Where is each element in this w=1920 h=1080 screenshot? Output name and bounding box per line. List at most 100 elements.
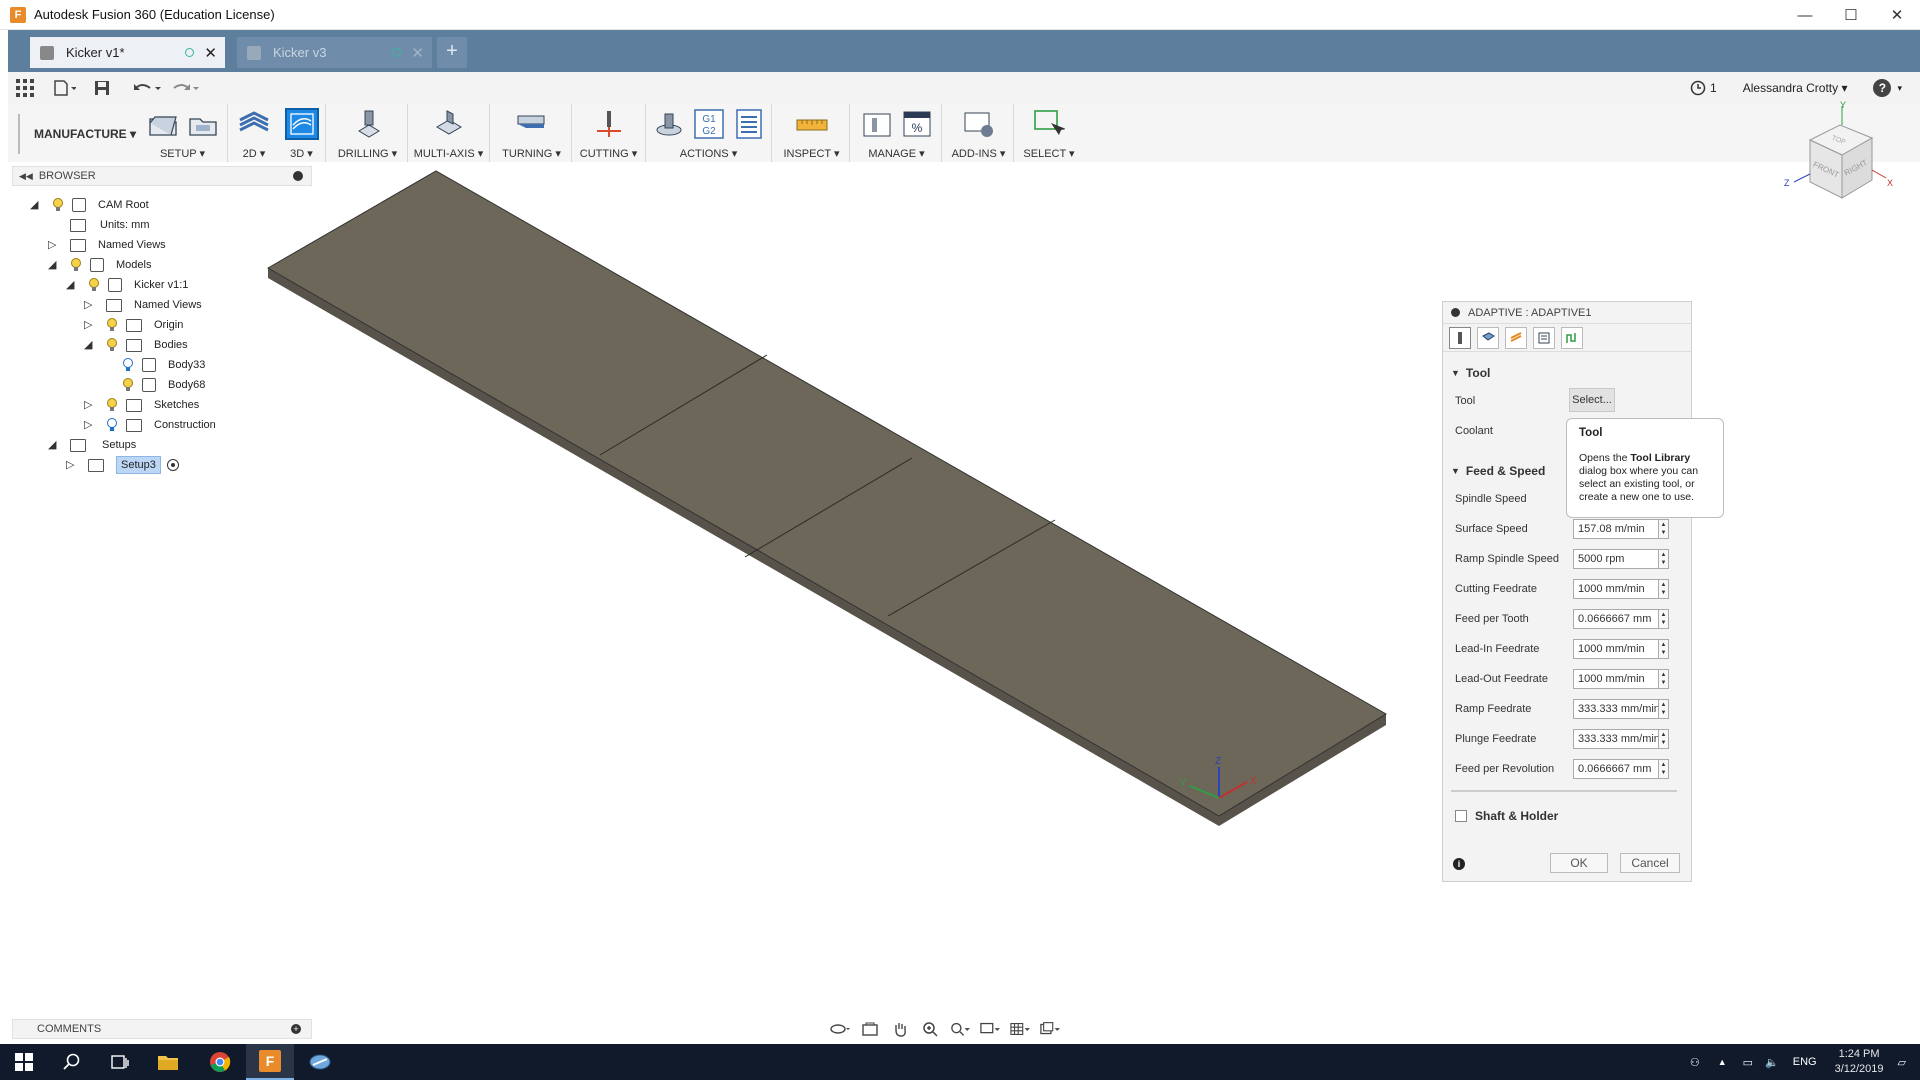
collapse-browser-icon[interactable]: ◀◀	[19, 171, 33, 182]
cutting-feedrate-input[interactable]: 1000 mm/min	[1573, 579, 1659, 599]
new-setup-icon[interactable]	[146, 108, 180, 140]
2d-group[interactable]: 2D ▾	[230, 104, 278, 162]
feed-per-tooth-spinner[interactable]: ▲ ▼	[1659, 609, 1669, 629]
tree-node-units[interactable]: Units: mm	[70, 214, 150, 236]
tree-node-body33[interactable]: Body33	[122, 354, 205, 376]
tree-node-body68[interactable]: Body68	[122, 374, 205, 396]
3d-adaptive-icon[interactable]	[284, 108, 319, 140]
network-icon[interactable]: ▭	[1743, 1056, 1753, 1069]
close-tab-icon[interactable]: ✕	[411, 44, 424, 62]
inspect-group[interactable]: INSPECT ▾	[774, 104, 850, 162]
close-window-button[interactable]: ✕	[1874, 0, 1920, 30]
ramp-spindle-speed-input[interactable]: 5000 rpm	[1573, 549, 1659, 569]
collapse-icon[interactable]: ◢	[84, 339, 96, 351]
setup-group[interactable]: SETUP ▾	[138, 104, 228, 162]
help-icon[interactable]: ?	[1873, 79, 1892, 97]
tab-kicker-v1[interactable]: Kicker v1* ✕	[30, 37, 225, 68]
collapse-icon[interactable]: ◢	[30, 199, 42, 211]
minimize-button[interactable]: —	[1782, 0, 1828, 30]
manage-group[interactable]: % MANAGE ▾	[852, 104, 942, 162]
expand-icon[interactable]: ▷	[66, 459, 78, 471]
tree-node-kicker-v1[interactable]: ◢ Kicker v1:1	[66, 274, 188, 296]
data-panel-grid-icon[interactable]	[16, 77, 34, 99]
user-account-menu[interactable]: Alessandra Crotty ▾	[1743, 81, 1848, 95]
add-comment-icon[interactable]: +	[291, 1024, 301, 1034]
plunge-feedrate-spinner[interactable]: ▲ ▼	[1659, 729, 1669, 749]
multi-axis-icon[interactable]	[432, 108, 466, 140]
fusion360-taskbar-icon[interactable]: F	[246, 1044, 294, 1080]
setup-sheet-icon[interactable]	[732, 108, 766, 140]
cancel-button[interactable]: Cancel	[1620, 853, 1680, 873]
tree-node-named-views-sub[interactable]: ▷ Named Views	[84, 294, 202, 316]
post-process-g1g2-icon[interactable]: G1 G2	[692, 108, 726, 140]
cutting-icon[interactable]	[592, 108, 626, 140]
select-tool-button[interactable]: Select...	[1569, 388, 1615, 412]
expand-icon[interactable]: ▷	[48, 239, 60, 251]
3d-group[interactable]: 3D ▾	[278, 104, 326, 162]
feed-per-revolution-input[interactable]: 0.0666667 mm	[1573, 759, 1659, 779]
info-icon[interactable]: i	[1453, 858, 1465, 870]
turning-group[interactable]: TURNING ▾	[492, 104, 572, 162]
tool-library-icon[interactable]	[860, 108, 894, 140]
ok-button[interactable]: OK	[1550, 853, 1608, 873]
viewports-icon[interactable]	[1040, 1020, 1060, 1038]
template-library-icon[interactable]: %	[900, 108, 934, 140]
job-status[interactable]: 1	[1690, 80, 1717, 96]
undo-icon[interactable]	[132, 77, 162, 99]
tree-node-bodies[interactable]: ◢ Bodies	[84, 334, 188, 356]
collapse-icon[interactable]: ◢	[48, 259, 60, 271]
lead-out-feedrate-input[interactable]: 1000 mm/min	[1573, 669, 1659, 689]
pan-hand-icon[interactable]	[890, 1020, 910, 1038]
comments-bar[interactable]: COMMENTS +	[12, 1019, 312, 1039]
tree-node-origin[interactable]: ▷ Origin	[84, 314, 183, 336]
file-explorer-icon[interactable]	[144, 1044, 192, 1080]
tab-linking[interactable]	[1561, 326, 1583, 349]
display-settings-icon[interactable]	[980, 1020, 1000, 1038]
browser-options-icon[interactable]	[293, 171, 303, 181]
ramp-spindle-speed-spinner[interactable]: ▲ ▼	[1659, 549, 1669, 569]
lead-out-feedrate-spinner[interactable]: ▲ ▼	[1659, 669, 1669, 689]
expand-icon[interactable]: ▷	[84, 299, 96, 311]
search-icon[interactable]	[48, 1044, 96, 1080]
app-taskbar-icon[interactable]	[296, 1044, 344, 1080]
tree-node-cam-root[interactable]: ◢ CAM Root	[30, 194, 149, 216]
file-menu-icon[interactable]	[54, 77, 76, 99]
cutting-group[interactable]: CUTTING ▾	[572, 104, 646, 162]
help-dropdown-icon[interactable]: ▾	[1897, 83, 1902, 94]
select-arrow-icon[interactable]	[1032, 108, 1066, 140]
collapse-icon[interactable]: ◢	[48, 439, 60, 451]
workspace-switcher[interactable]: MANUFACTURE ▾	[18, 114, 136, 154]
view-cube[interactable]: TOP FRONT RIGHT Y X Z	[1780, 100, 1900, 220]
tab-passes[interactable]	[1533, 326, 1555, 349]
feed-speed-section[interactable]: ▼ Feed & Speed	[1451, 464, 1545, 478]
tab-tool[interactable]	[1449, 326, 1471, 349]
volume-icon[interactable]: 🔈	[1765, 1056, 1779, 1069]
active-setup-icon[interactable]	[166, 459, 179, 471]
browser-header[interactable]: ◀◀ BROWSER	[12, 166, 312, 186]
look-at-icon[interactable]	[860, 1020, 880, 1038]
setup-folder-icon[interactable]	[186, 108, 220, 140]
tree-node-models[interactable]: ◢ Models	[48, 254, 151, 276]
collapse-icon[interactable]: ◢	[66, 279, 78, 291]
dialog-options-icon[interactable]	[1451, 308, 1460, 317]
show-hidden-icons[interactable]: ▲	[1718, 1057, 1727, 1067]
tree-node-setup3[interactable]: ▷ Setup3	[66, 454, 179, 476]
drilling-group[interactable]: DRILLING ▾	[328, 104, 408, 162]
lead-in-feedrate-input[interactable]: 1000 mm/min	[1573, 639, 1659, 659]
new-tab-button[interactable]: +	[437, 37, 467, 68]
multi-axis-group[interactable]: MULTI-AXIS ▾	[408, 104, 490, 162]
tree-node-named-views[interactable]: ▷ Named Views	[48, 234, 166, 256]
chrome-icon[interactable]	[196, 1044, 244, 1080]
task-view-icon[interactable]	[96, 1044, 144, 1080]
feed-per-tooth-input[interactable]: 0.0666667 mm	[1573, 609, 1659, 629]
zoom-icon[interactable]	[920, 1020, 940, 1038]
action-center-icon[interactable]: ▱	[1898, 1056, 1906, 1069]
measure-icon[interactable]	[795, 108, 829, 140]
tab-kicker-v3[interactable]: Kicker v3 ✕	[237, 37, 432, 68]
ramp-feedrate-input[interactable]: 333.333 mm/min	[1573, 699, 1659, 719]
maximize-button[interactable]: ☐	[1828, 0, 1874, 30]
expand-icon[interactable]: ▷	[84, 399, 96, 411]
people-icon[interactable]: ⚇	[1690, 1056, 1700, 1069]
start-windows-icon[interactable]	[0, 1044, 48, 1080]
expand-icon[interactable]: ▷	[84, 319, 96, 331]
